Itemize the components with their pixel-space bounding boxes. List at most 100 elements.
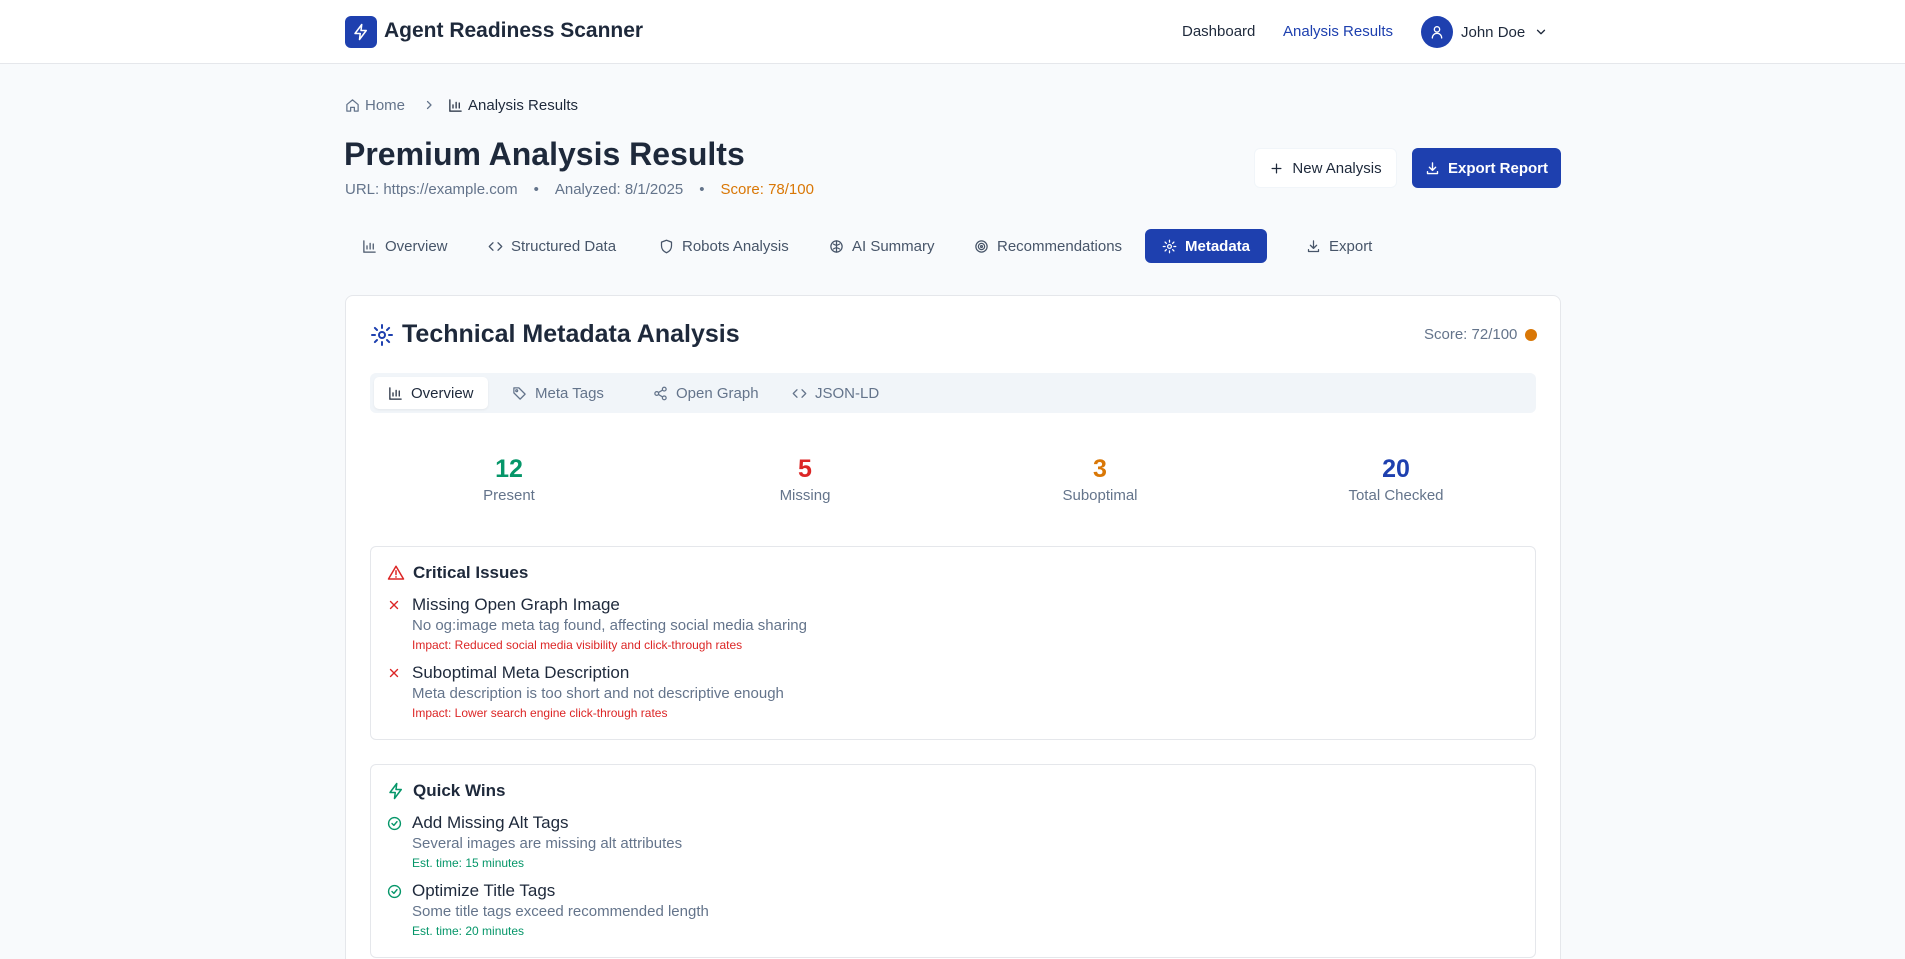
user-icon[interactable] — [1421, 16, 1453, 48]
metadata-title: Technical Metadata Analysis — [402, 320, 740, 348]
home-icon — [345, 98, 360, 113]
issue-description: No og:image meta tag found, affecting so… — [412, 617, 807, 634]
tab-metadata[interactable]: Metadata — [1145, 229, 1268, 263]
issue-impact: Impact: Reduced social media visibility … — [412, 638, 743, 652]
quick-win-description: Some title tags exceed recommended lengt… — [412, 903, 709, 920]
download-icon — [1425, 161, 1440, 176]
meta-separator: • — [533, 181, 539, 198]
app-title[interactable]: Agent Readiness Scanner — [384, 19, 643, 43]
quick-wins-panel: Quick Wins Add Missing Alt Tags Several … — [370, 764, 1536, 958]
stat-present-value: 12 — [495, 455, 523, 483]
meta-separator: • — [699, 181, 705, 198]
stat-suboptimal: 3 Suboptimal — [1000, 454, 1200, 504]
metadata-score-label: Score: 72/100 — [1424, 326, 1518, 343]
tab-label: Export — [1329, 237, 1373, 255]
x-icon — [387, 598, 401, 612]
critical-issues-heading: Critical Issues — [387, 563, 528, 583]
chevron-right-icon — [423, 99, 435, 111]
tab-label: Robots Analysis — [682, 237, 789, 255]
tab-ai-summary[interactable]: AI Summary — [812, 229, 952, 263]
nav-analysis-results-link[interactable]: Analysis Results — [1283, 23, 1393, 40]
check-circle-icon — [387, 816, 402, 831]
metadata-subtabs: Overview Meta Tags Open Graph JSON-LD — [370, 373, 1536, 413]
issue-title: Missing Open Graph Image — [412, 595, 620, 614]
nav-dashboard-link[interactable]: Dashboard — [1182, 23, 1255, 40]
tab-overview[interactable]: Overview — [345, 229, 465, 263]
quick-win-title: Optimize Title Tags — [412, 881, 556, 900]
quick-win-title: Add Missing Alt Tags — [412, 813, 569, 832]
subtab-json-ld[interactable]: JSON-LD — [778, 377, 893, 409]
gear-icon — [370, 323, 394, 347]
analyzed-url: URL: https://example.com — [345, 181, 518, 198]
subtab-label: Open Graph — [676, 384, 759, 402]
breadcrumb-current-label: Analysis Results — [468, 96, 579, 114]
critical-issues-panel: Critical Issues Missing Open Graph Image… — [370, 546, 1536, 740]
plus-icon — [1269, 161, 1284, 176]
code-icon — [488, 239, 503, 254]
stat-missing-value: 5 — [798, 455, 812, 483]
analysis-meta: URL: https://example.com • Analyzed: 8/1… — [345, 181, 814, 198]
export-report-button[interactable]: Export Report — [1412, 148, 1561, 188]
quick-wins-title: Quick Wins — [413, 781, 506, 800]
tab-label: Structured Data — [511, 237, 617, 255]
tab-label: Metadata — [1185, 237, 1251, 255]
breadcrumb-home-label: Home — [365, 96, 406, 114]
bar-chart-icon — [388, 386, 403, 401]
stat-total-label: Total Checked — [1348, 487, 1444, 504]
metadata-score: Score: 72/100 — [1424, 326, 1538, 343]
subtab-open-graph[interactable]: Open Graph — [639, 377, 773, 409]
x-icon — [387, 666, 401, 680]
bar-chart-icon — [448, 98, 463, 113]
quick-win-time: Est. time: 15 minutes — [412, 856, 525, 870]
download-icon — [1306, 239, 1321, 254]
tag-icon — [512, 386, 527, 401]
warning-triangle-icon — [387, 564, 405, 582]
lightning-icon — [387, 782, 405, 800]
subtab-label: Meta Tags — [535, 384, 604, 402]
new-analysis-button[interactable]: New Analysis — [1254, 148, 1397, 188]
quick-wins-heading: Quick Wins — [387, 781, 505, 801]
check-circle-icon — [387, 884, 402, 899]
shield-icon — [659, 239, 674, 254]
target-icon — [974, 239, 989, 254]
subtab-meta-tags[interactable]: Meta Tags — [498, 377, 618, 409]
stat-present-label: Present — [483, 487, 535, 504]
tab-label: Overview — [385, 237, 448, 255]
tab-structured-data[interactable]: Structured Data — [471, 229, 633, 263]
stat-missing-label: Missing — [779, 487, 831, 504]
stat-missing: 5 Missing — [705, 454, 905, 504]
analyzed-date: Analyzed: 8/1/2025 — [554, 181, 684, 198]
stat-suboptimal-value: 3 — [1093, 455, 1107, 483]
issue-title: Suboptimal Meta Description — [412, 663, 630, 682]
page-title: Premium Analysis Results — [344, 136, 745, 172]
stat-total-checked: 20 Total Checked — [1296, 454, 1496, 504]
tab-label: Recommendations — [997, 237, 1123, 255]
breadcrumb: Home Analysis Results — [345, 96, 578, 114]
new-analysis-label: New Analysis — [1292, 159, 1382, 177]
score-status-dot — [1525, 328, 1538, 341]
stat-present: 12 Present — [409, 454, 609, 504]
code-icon — [792, 386, 807, 401]
subtab-label: Overview — [411, 384, 474, 402]
tab-label: AI Summary — [852, 237, 935, 255]
stat-total-value: 20 — [1382, 455, 1410, 483]
overall-score: Score: 78/100 — [720, 181, 814, 198]
bar-chart-icon — [362, 239, 377, 254]
lightning-icon[interactable] — [345, 16, 377, 48]
tab-export[interactable]: Export — [1289, 229, 1389, 263]
subtab-label: JSON-LD — [815, 384, 880, 402]
tab-robots-analysis[interactable]: Robots Analysis — [642, 229, 806, 263]
quick-win-time: Est. time: 20 minutes — [412, 924, 525, 938]
breadcrumb-home[interactable]: Home — [345, 97, 405, 114]
issue-impact: Impact: Lower search engine click-throug… — [412, 706, 668, 720]
export-report-label: Export Report — [1447, 159, 1548, 177]
tab-recommendations[interactable]: Recommendations — [957, 229, 1139, 263]
chevron-down-icon[interactable] — [1534, 25, 1548, 39]
gear-icon — [1162, 239, 1177, 254]
brain-icon — [829, 239, 844, 254]
share-icon — [653, 386, 668, 401]
user-name[interactable]: John Doe — [1461, 24, 1525, 41]
top-navbar: Agent Readiness Scanner Dashboard Analys… — [0, 0, 1905, 64]
stat-suboptimal-label: Suboptimal — [1062, 487, 1138, 504]
subtab-overview[interactable]: Overview — [374, 377, 488, 409]
